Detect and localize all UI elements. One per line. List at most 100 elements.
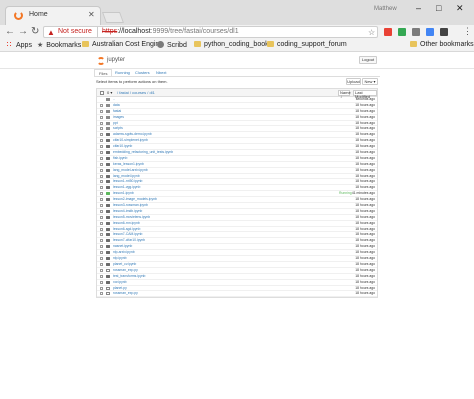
file-name-link[interactable]: lesson7-CAM.ipynb (113, 232, 142, 237)
row-checkbox[interactable] (100, 245, 103, 249)
row-checkbox[interactable] (100, 198, 103, 202)
logout-button[interactable]: Logout (359, 56, 377, 64)
table-row[interactable]: rossman_exp.py 18 hours ago (97, 291, 377, 298)
selection-count-dropdown[interactable]: 0 ▾ (107, 90, 112, 95)
row-checkbox[interactable] (100, 280, 103, 284)
row-checkbox[interactable] (100, 204, 103, 208)
file-name-link[interactable]: lesson1.ipynb (113, 191, 134, 196)
file-name-link[interactable]: scripts (113, 126, 123, 131)
jupyter-title[interactable]: jupyter (107, 57, 125, 63)
file-name-link[interactable]: cifar10.ipynb (113, 144, 132, 149)
extension-icon-green[interactable] (398, 28, 406, 36)
file-name-link[interactable]: xor.ipynb (113, 280, 127, 285)
file-name-link[interactable]: nasnet.ipynb (113, 244, 132, 249)
file-name-link[interactable]: lesson4-imdb.ipynb (113, 209, 142, 214)
file-name-link[interactable]: fish.ipynb (113, 156, 127, 161)
row-checkbox[interactable] (100, 292, 103, 296)
file-name-link[interactable]: lang_model-arxiv.ipynb (113, 168, 148, 173)
file-name-link[interactable]: data (113, 103, 120, 108)
file-name-link[interactable]: .. (113, 97, 115, 102)
forward-icon[interactable]: → (18, 26, 28, 38)
tab-close-icon[interactable]: ✕ (88, 10, 95, 19)
row-checkbox[interactable] (100, 233, 103, 237)
row-checkbox[interactable] (100, 151, 103, 155)
row-checkbox[interactable] (100, 221, 103, 225)
sort-by-name-button[interactable]: Name ↓ (338, 90, 351, 99)
row-checkbox[interactable] (100, 286, 103, 290)
bookmark-star-icon[interactable]: ☆ (368, 27, 375, 38)
bookmark-bookmarks[interactable]: ★ Bookmarks (37, 41, 81, 49)
row-checkbox[interactable] (100, 115, 103, 119)
close-window-icon[interactable]: ✕ (456, 3, 464, 14)
file-name-link[interactable]: nlp.ipynb (113, 256, 127, 261)
extension-icon-dark[interactable] (440, 28, 448, 36)
file-name-link[interactable]: keras_lesson1.ipynb (113, 162, 144, 167)
sort-by-modified-button[interactable]: Last Modified (353, 90, 377, 99)
file-name-link[interactable]: ppt (113, 121, 118, 126)
row-checkbox[interactable] (100, 109, 103, 113)
row-checkbox[interactable] (100, 268, 103, 272)
file-name-link[interactable]: nlp-arxiv.ipynb (113, 250, 135, 255)
file-name-link[interactable]: lesson7-cifar10.ipynb (113, 238, 145, 243)
extension-icon-grey[interactable] (412, 28, 420, 36)
url-field[interactable]: ▲ Not secure https://localhost:9999/tree… (43, 26, 378, 38)
row-checkbox[interactable] (100, 257, 103, 261)
upload-button[interactable]: Upload (346, 78, 361, 85)
row-checkbox[interactable] (100, 127, 103, 131)
jupyter-logo-icon[interactable] (97, 57, 105, 65)
new-tab-button[interactable] (101, 12, 125, 23)
file-name-link[interactable]: lang_model.ipynb (113, 174, 140, 179)
row-checkbox[interactable] (100, 103, 103, 107)
row-checkbox[interactable] (100, 239, 103, 243)
file-name-link[interactable]: adamw-sgdw-demo.ipynb (113, 132, 152, 137)
profile-name[interactable]: Matthew (374, 6, 397, 12)
row-checkbox[interactable] (100, 133, 103, 137)
row-checkbox[interactable] (100, 209, 103, 213)
file-name-link[interactable]: rossman_exp.py (113, 268, 138, 273)
security-label[interactable]: Not secure (58, 28, 92, 35)
browser-menu-icon[interactable]: ⋮ (463, 26, 472, 37)
file-name-link[interactable]: lesson6-sgd.ipynb (113, 227, 140, 232)
new-dropdown-button[interactable]: New ▾ (362, 78, 378, 85)
file-name-link[interactable]: test_transforms.ipynb (113, 274, 145, 279)
file-name-link[interactable]: rossman_exp.py (113, 291, 138, 296)
file-name-link[interactable]: planet.py (113, 286, 127, 291)
row-checkbox[interactable] (100, 121, 103, 125)
row-checkbox[interactable] (100, 215, 103, 219)
row-checkbox[interactable] (100, 168, 103, 172)
reload-icon[interactable]: ↻ (31, 26, 39, 38)
row-checkbox[interactable] (100, 180, 103, 184)
back-icon[interactable]: ← (5, 26, 15, 38)
file-name-link[interactable]: lesson3-rossman.ipynb (113, 203, 148, 208)
row-checkbox[interactable] (100, 145, 103, 149)
file-name-link[interactable]: lesson1-vgg.ipynb (113, 185, 140, 190)
bookmark-coding-support[interactable]: coding_support_forum (267, 41, 347, 48)
url-text[interactable]: https://localhost:9999/tree/fastai/cours… (102, 28, 239, 35)
bookmark-python-coding-book[interactable]: python_coding_book (194, 41, 269, 48)
row-checkbox[interactable] (100, 156, 103, 160)
extension-icon-red[interactable] (384, 28, 392, 36)
minimize-icon[interactable]: – (416, 3, 421, 13)
maximize-icon[interactable]: □ (436, 3, 441, 13)
bookmark-other[interactable]: Other bookmarks (410, 41, 474, 48)
extension-icon-blue[interactable] (426, 28, 434, 36)
file-name-link[interactable]: lesson1-rxt50.ipynb (113, 179, 142, 184)
select-all-checkbox[interactable] (100, 91, 104, 95)
row-checkbox[interactable] (100, 274, 103, 278)
row-checkbox[interactable] (100, 174, 103, 178)
file-name-link[interactable]: images (113, 115, 124, 120)
browser-tab[interactable]: Home ✕ (5, 6, 101, 25)
file-name-link[interactable]: fastai (113, 109, 121, 114)
breadcrumb[interactable]: / fastai / courses / dl1 (117, 90, 155, 95)
file-name-link[interactable]: lesson6-rnn.ipynb (113, 221, 140, 226)
file-name-link[interactable]: embedding_refactoring_unit_tests.ipynb (113, 150, 173, 155)
row-checkbox[interactable] (100, 251, 103, 255)
file-name-link[interactable]: lesson5-movielens.ipynb (113, 215, 150, 220)
file-name-link[interactable]: planet_cv.ipynb (113, 262, 136, 267)
row-checkbox[interactable] (100, 192, 103, 196)
bookmark-australian-cost[interactable]: Australian Cost Engin (82, 41, 159, 48)
row-checkbox[interactable] (100, 162, 103, 166)
file-name-link[interactable]: lesson2-image_models.ipynb (113, 197, 157, 202)
row-checkbox[interactable] (100, 262, 103, 266)
bookmark-apps[interactable]: Apps (6, 41, 32, 49)
